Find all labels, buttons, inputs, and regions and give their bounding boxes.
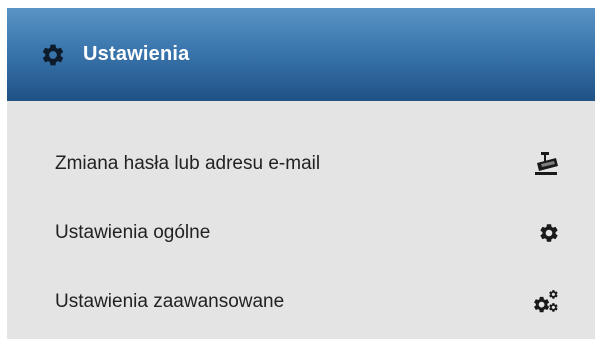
gears-icon	[532, 289, 560, 315]
menu-item-label: Ustawienia ogólne	[55, 221, 211, 243]
panel-title: Ustawienia	[83, 43, 190, 65]
gear-icon	[40, 42, 66, 68]
gear-icon	[538, 222, 560, 244]
menu-item-label: Ustawienia zaawansowane	[55, 290, 285, 312]
panel-header: Ustawienia	[7, 8, 595, 101]
camera-icon	[532, 151, 560, 177]
menu-item-change-password[interactable]: Zmiana hasła lub adresu e-mail	[7, 129, 595, 198]
settings-panel: Ustawienia Zmiana hasła lub adresu e-mai…	[7, 8, 595, 339]
menu-item-label: Zmiana hasła lub adresu e-mail	[55, 152, 321, 174]
menu-item-advanced-settings[interactable]: Ustawienia zaawansowane	[7, 267, 595, 336]
settings-menu: Zmiana hasła lub adresu e-mail Ustawieni…	[7, 101, 595, 336]
menu-item-general-settings[interactable]: Ustawienia ogólne	[7, 198, 595, 267]
